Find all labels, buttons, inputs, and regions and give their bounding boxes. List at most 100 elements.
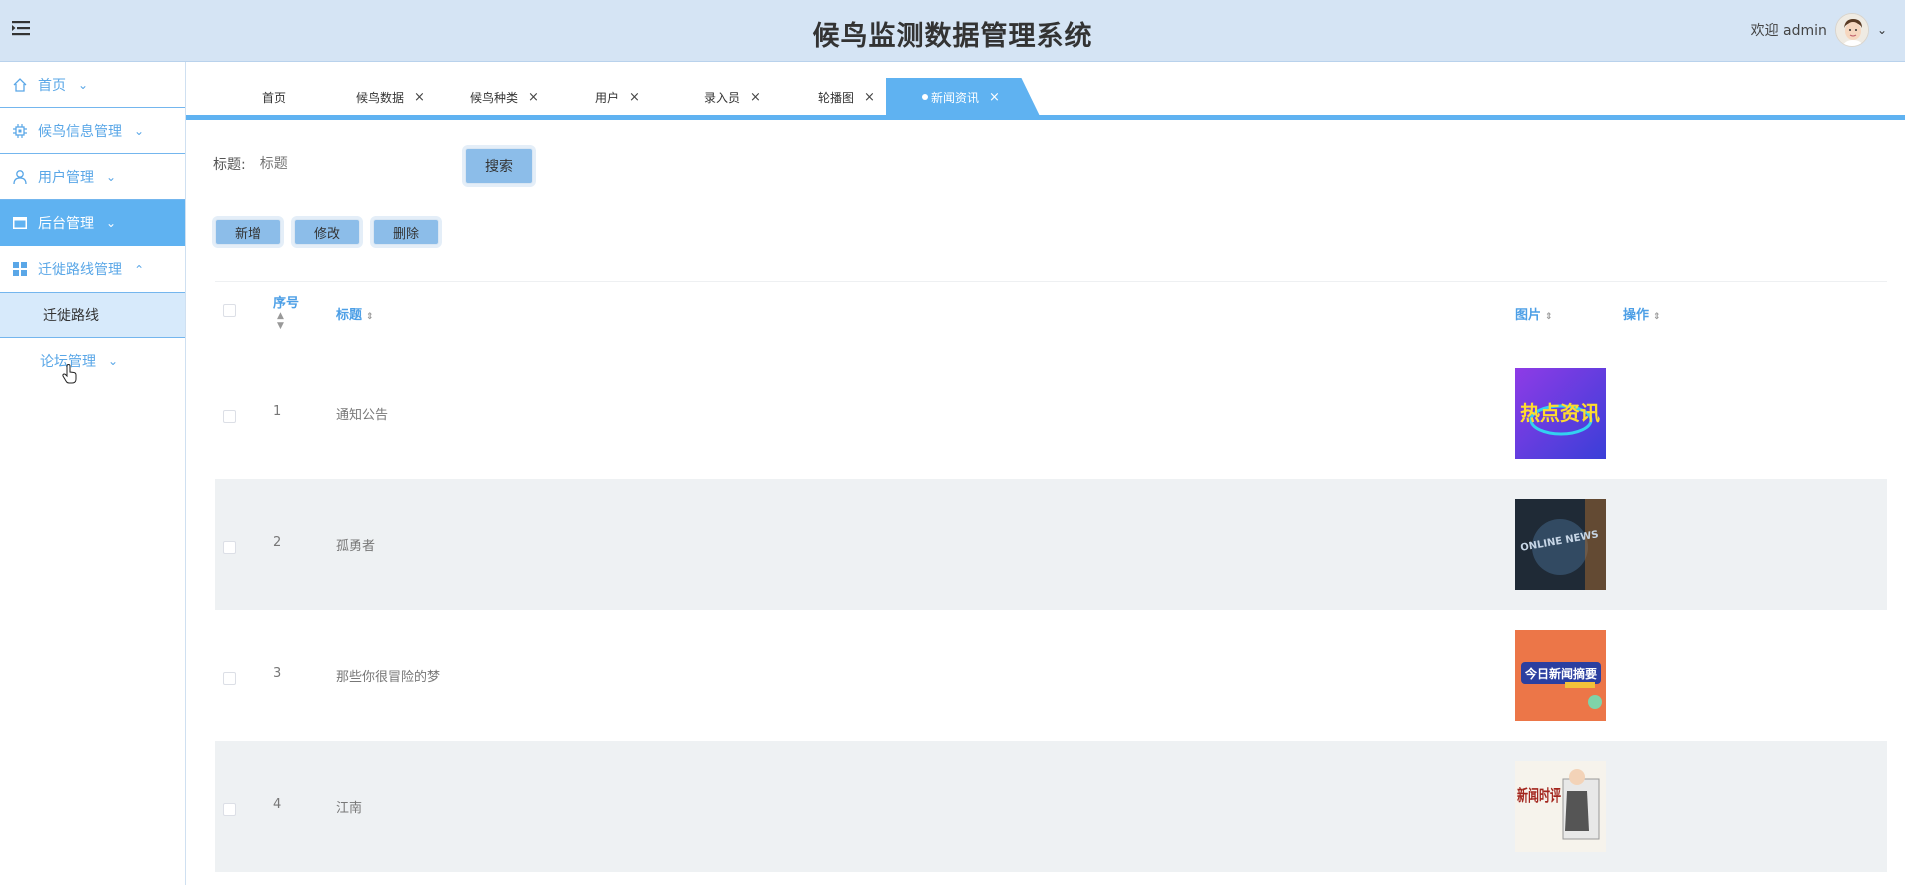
tab-bird-data[interactable]: 候鸟数据 × bbox=[356, 78, 425, 116]
column-label: 序号 bbox=[273, 296, 300, 311]
user-menu[interactable]: 欢迎 admin ⌄ bbox=[1751, 12, 1887, 48]
row-index: 3 bbox=[273, 666, 282, 681]
close-icon[interactable]: × bbox=[528, 90, 539, 105]
sort-icon[interactable]: ⇕ bbox=[366, 312, 374, 322]
chevron-down-icon: ⌄ bbox=[106, 215, 117, 230]
sidebar-item-forum[interactable]: 论坛管理 ⌄ bbox=[0, 338, 185, 384]
tab-users[interactable]: 用户 × bbox=[595, 78, 640, 116]
search-label: 标题: bbox=[213, 157, 246, 173]
row-title: 那些你很冒险的梦 bbox=[336, 670, 441, 685]
tab-news[interactable]: 新闻资讯 × bbox=[886, 78, 1040, 116]
tab-carousel[interactable]: 轮播图 × bbox=[818, 78, 875, 116]
tab-label: 新闻资讯 bbox=[931, 90, 980, 105]
tab-label: 录入员 bbox=[704, 90, 741, 105]
row-index: 4 bbox=[273, 797, 282, 812]
search-button[interactable]: 搜索 bbox=[465, 148, 533, 184]
active-dot-icon bbox=[922, 94, 928, 100]
chevron-down-icon: ⌄ bbox=[108, 354, 119, 368]
sidebar-item-label: 首页 bbox=[38, 77, 66, 94]
table-row[interactable]: 2 孤勇者 ONLINE NEWS bbox=[215, 479, 1887, 610]
tab-label: 候鸟数据 bbox=[356, 90, 405, 105]
table-row[interactable]: 3 那些你很冒险的梦 今日新闻摘要 bbox=[215, 610, 1887, 741]
row-checkbox[interactable] bbox=[223, 410, 236, 423]
chevron-down-icon[interactable]: ⌄ bbox=[1877, 23, 1887, 37]
column-header-operation[interactable]: 操作 ⇕ bbox=[1623, 304, 1661, 323]
sidebar-subitem-migration-route[interactable]: 迁徙路线 bbox=[0, 292, 185, 384]
sidebar: 首页 ⌄ 候鸟信息管理 ⌄ 用户管理 ⌄ 后台管理 ⌄ 迁徙路线管理 ⌄ 迁徙路… bbox=[0, 62, 186, 885]
sidebar-item-label: 候鸟信息管理 bbox=[38, 123, 122, 140]
chevron-down-icon: ⌄ bbox=[134, 123, 145, 138]
column-label: 操作 bbox=[1623, 308, 1650, 323]
edit-button[interactable]: 修改 bbox=[294, 219, 360, 245]
news-table: 序号 ▲▼ 标题⇕ 图片⇕ 操作⇕ 1 通知公告 热点资讯 2 孤勇者 bbox=[215, 281, 1887, 885]
chevron-up-icon: ⌄ bbox=[134, 262, 145, 276]
delete-button[interactable]: 删除 bbox=[373, 219, 439, 245]
grid-icon bbox=[13, 262, 27, 276]
tab-bar: 首页 候鸟数据 × 候鸟种类 × 用户 × 录入员 × 轮播图 × 新闻资讯 × bbox=[186, 78, 1905, 120]
sort-icon[interactable]: ▲ ▼ bbox=[277, 311, 299, 331]
sidebar-subitem-label: 迁徙路线 bbox=[43, 308, 99, 324]
close-icon[interactable]: × bbox=[989, 90, 1000, 105]
tab-label: 轮播图 bbox=[818, 90, 855, 105]
action-toolbar: 新增 修改 删除 bbox=[215, 219, 439, 245]
chevron-down-icon: ⌄ bbox=[106, 169, 117, 184]
top-header: 候鸟监测数据管理系统 欢迎 admin ⌄ bbox=[0, 0, 1905, 62]
sort-icon[interactable]: ⇕ bbox=[1545, 312, 1553, 322]
sidebar-item-home[interactable]: 首页 ⌄ bbox=[0, 62, 185, 108]
tab-label: 用户 bbox=[595, 90, 620, 105]
tab-label: 首页 bbox=[262, 90, 287, 105]
news-thumbnail[interactable]: 热点资讯 bbox=[1515, 368, 1606, 459]
row-title: 通知公告 bbox=[336, 408, 389, 423]
user-icon bbox=[13, 169, 27, 184]
tab-home[interactable]: 首页 bbox=[262, 78, 286, 116]
sidebar-item-backend[interactable]: 后台管理 ⌄ bbox=[0, 200, 185, 246]
column-header-title[interactable]: 标题 ⇕ bbox=[336, 304, 374, 323]
row-title: 孤勇者 bbox=[336, 539, 376, 554]
sidebar-item-label: 迁徙路线管理 bbox=[38, 262, 122, 278]
window-icon bbox=[13, 216, 27, 229]
table-row[interactable]: 1 通知公告 热点资讯 bbox=[215, 348, 1887, 479]
row-checkbox[interactable] bbox=[223, 672, 236, 685]
close-icon[interactable]: × bbox=[629, 90, 640, 105]
close-icon[interactable]: × bbox=[750, 90, 761, 105]
cursor-hand-icon bbox=[62, 364, 77, 384]
news-thumbnail[interactable]: 今日新闻摘要 bbox=[1515, 630, 1606, 721]
row-title: 江南 bbox=[336, 801, 363, 816]
sidebar-item-migration[interactable]: 迁徙路线管理 ⌄ bbox=[0, 246, 185, 292]
sort-icon[interactable]: ⇕ bbox=[1653, 312, 1661, 322]
sidebar-item-users[interactable]: 用户管理 ⌄ bbox=[0, 154, 185, 200]
close-icon[interactable]: × bbox=[864, 90, 875, 105]
table-row[interactable]: 4 江南 新闻时评 bbox=[215, 741, 1887, 872]
title-search-input[interactable] bbox=[259, 148, 450, 180]
add-button[interactable]: 新增 bbox=[215, 219, 281, 245]
select-all-checkbox[interactable] bbox=[223, 304, 236, 317]
app-title: 候鸟监测数据管理系统 bbox=[812, 21, 1093, 52]
tab-bird-species[interactable]: 候鸟种类 × bbox=[470, 78, 539, 116]
home-icon bbox=[13, 77, 27, 92]
sidebar-item-label: 后台管理 bbox=[38, 215, 94, 232]
tab-label: 候鸟种类 bbox=[470, 90, 519, 105]
sidebar-item-bird-info[interactable]: 候鸟信息管理 ⌄ bbox=[0, 108, 185, 154]
thumbnail-text: 新闻时评 bbox=[1517, 786, 1561, 805]
search-bar: 标题: bbox=[213, 148, 450, 180]
column-label: 标题 bbox=[336, 308, 363, 323]
welcome-text: 欢迎 admin bbox=[1750, 23, 1827, 39]
avatar[interactable] bbox=[1834, 13, 1869, 47]
news-thumbnail[interactable]: ONLINE NEWS bbox=[1515, 499, 1606, 590]
row-index: 1 bbox=[273, 404, 282, 419]
column-header-index[interactable]: 序号 ▲ ▼ bbox=[273, 292, 299, 331]
close-icon[interactable]: × bbox=[414, 90, 425, 105]
sidebar-item-label: 用户管理 bbox=[38, 169, 94, 186]
chevron-down-icon: ⌄ bbox=[78, 77, 89, 92]
row-checkbox[interactable] bbox=[223, 803, 236, 816]
tab-recorder[interactable]: 录入员 × bbox=[704, 78, 761, 116]
news-thumbnail[interactable]: 新闻时评 bbox=[1515, 761, 1606, 852]
chip-icon bbox=[13, 123, 27, 138]
thumbnail-text: 今日新闻摘要 bbox=[1524, 666, 1597, 681]
column-label: 图片 bbox=[1515, 308, 1542, 323]
table-header: 序号 ▲ ▼ 标题 ⇕ 图片 ⇕ 操作 ⇕ bbox=[215, 282, 1887, 348]
thumbnail-text: 热点资讯 bbox=[1520, 401, 1600, 425]
row-index: 2 bbox=[273, 535, 282, 550]
row-checkbox[interactable] bbox=[223, 541, 236, 554]
column-header-image[interactable]: 图片 ⇕ bbox=[1515, 304, 1553, 323]
